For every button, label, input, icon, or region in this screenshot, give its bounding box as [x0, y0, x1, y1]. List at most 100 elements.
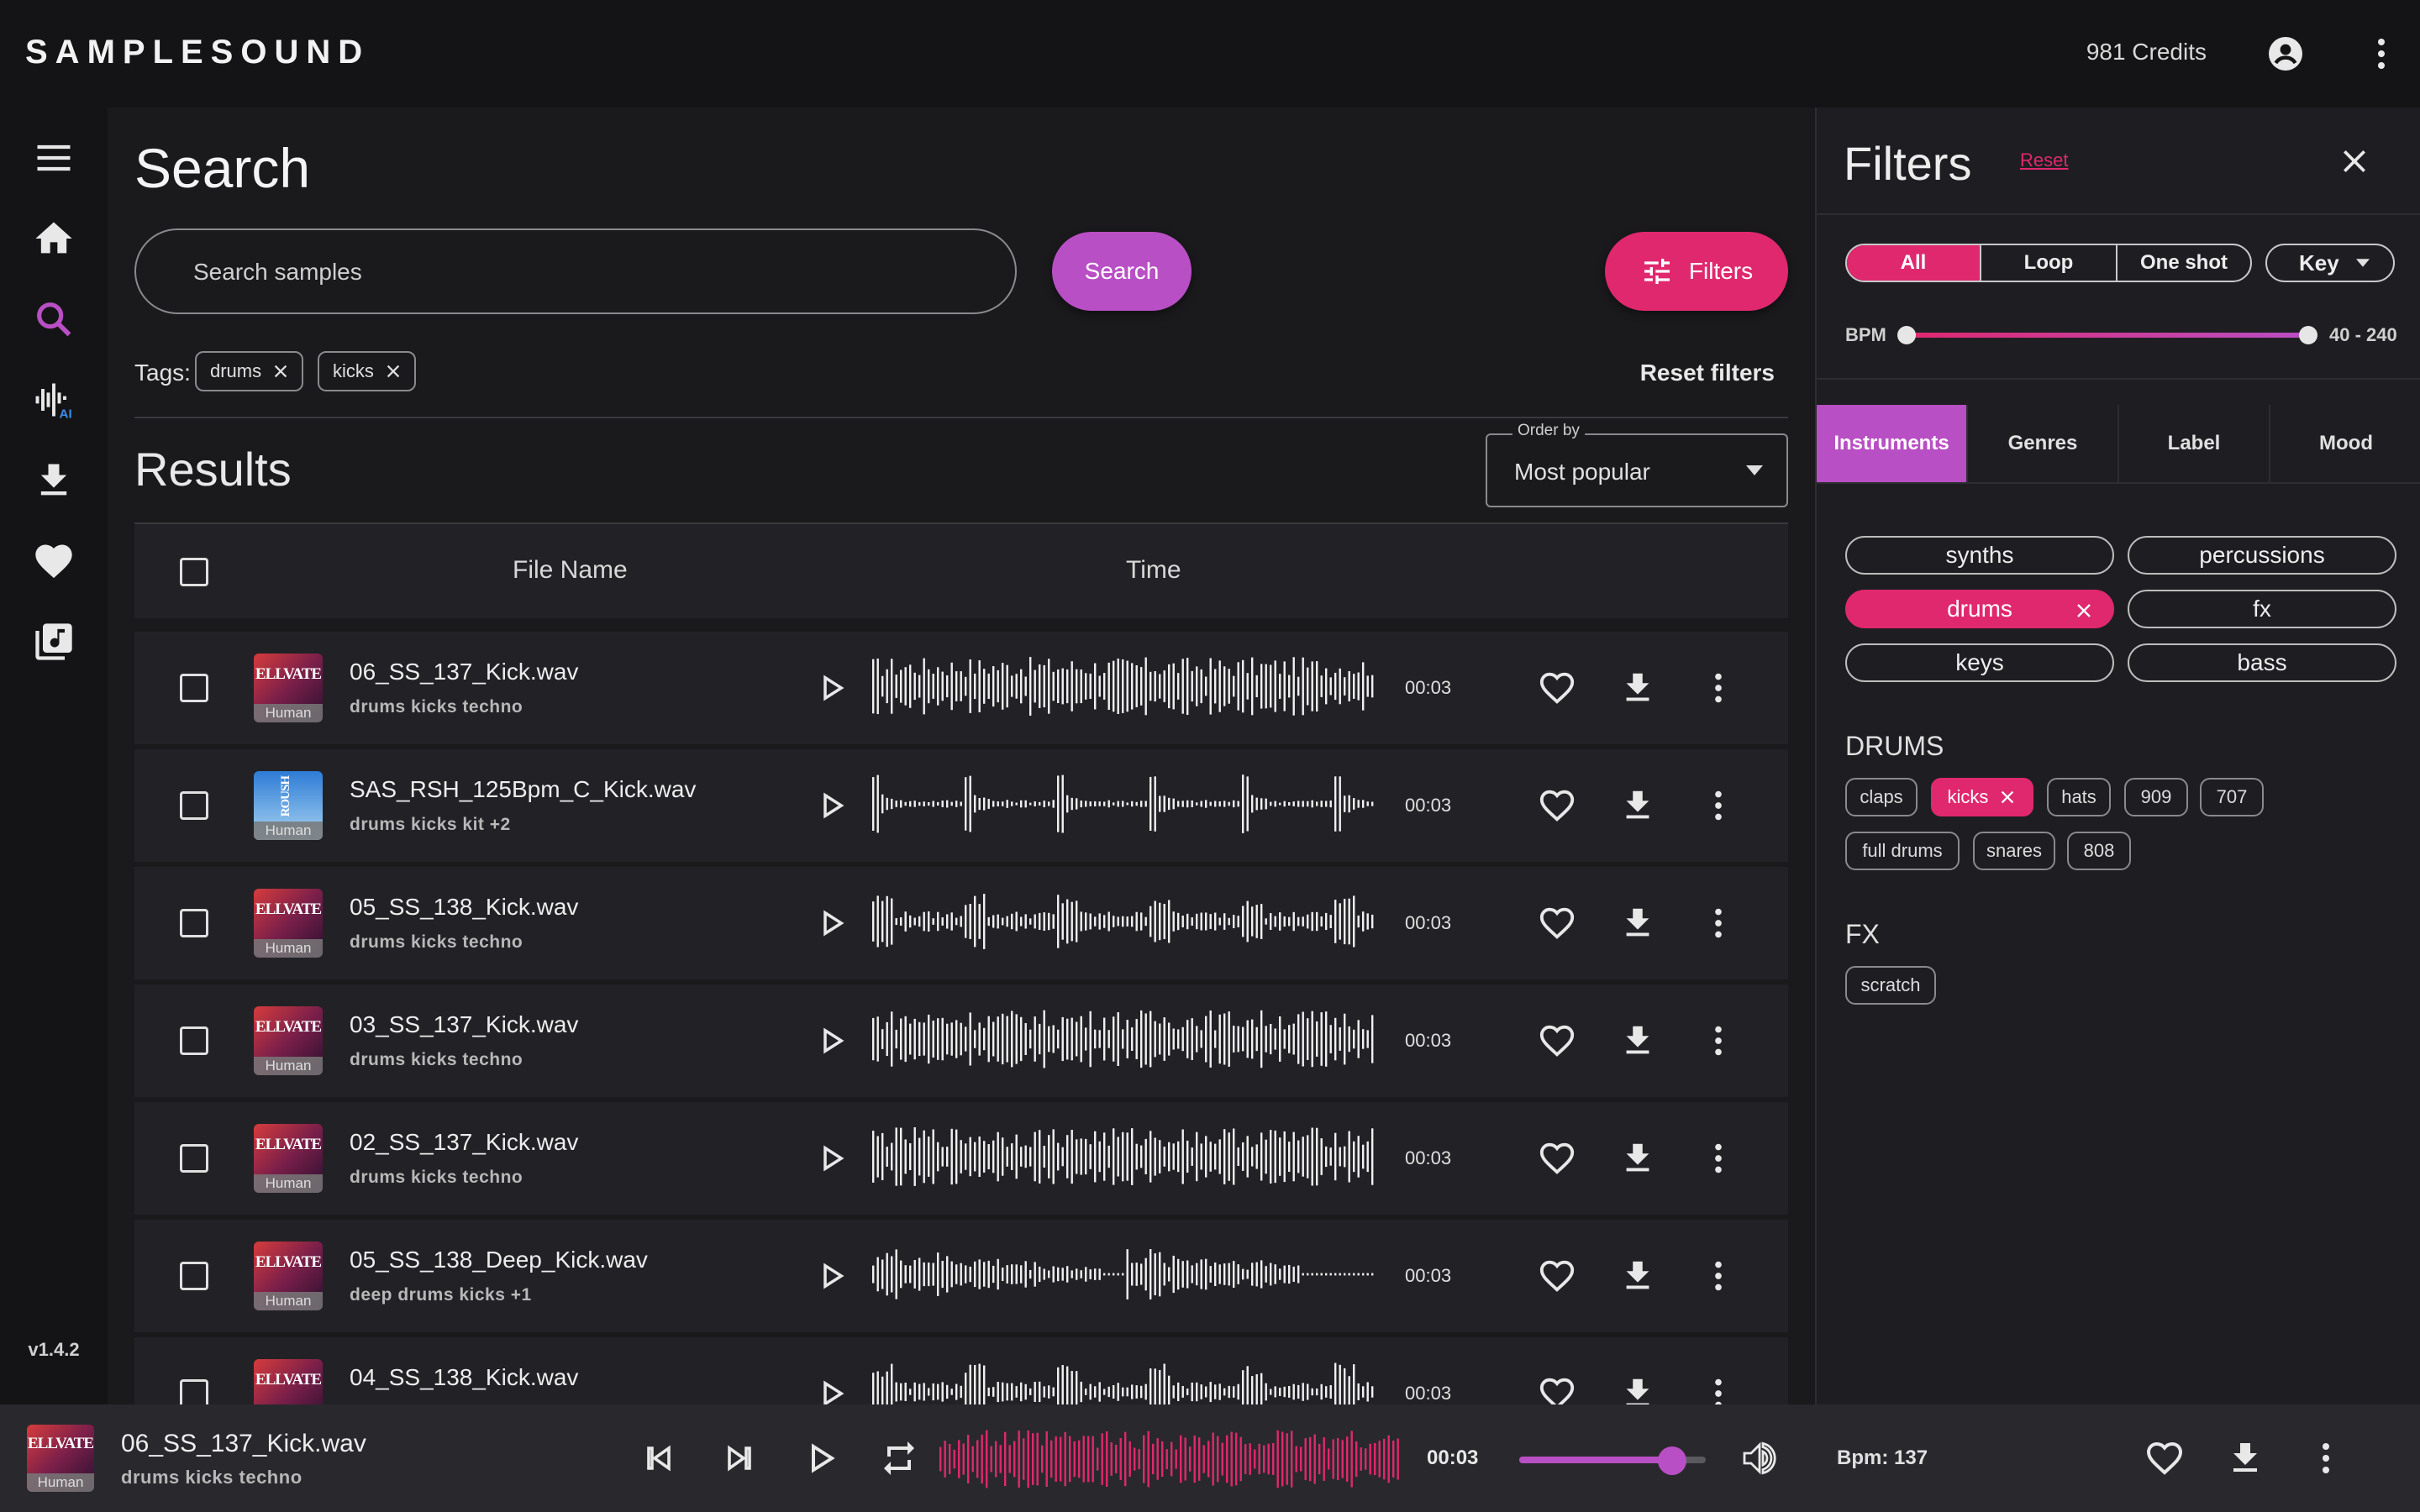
heart-outline-icon[interactable]: [1538, 786, 1576, 825]
sample-waveform[interactable]: [872, 1127, 1376, 1189]
more-vertical-icon[interactable]: [1699, 1021, 1738, 1060]
sample-waveform[interactable]: [872, 657, 1376, 719]
tag-chip-kicks[interactable]: kicks: [318, 351, 416, 391]
sample-waveform[interactable]: [872, 774, 1376, 837]
tag-chip-drums[interactable]: drums: [195, 351, 304, 391]
sample-file-name[interactable]: SAS_RSH_125Bpm_C_Kick.wav: [350, 776, 696, 803]
row-checkbox[interactable]: [180, 909, 208, 937]
download-icon[interactable]: [1618, 1374, 1657, 1404]
sample-waveform[interactable]: [872, 1245, 1376, 1307]
tab-label[interactable]: Label: [2119, 405, 2270, 482]
play-icon[interactable]: [813, 1141, 849, 1176]
search-icon[interactable]: [32, 297, 76, 341]
more-vertical-icon[interactable]: [1699, 1257, 1738, 1295]
sample-waveform[interactable]: [872, 1362, 1376, 1404]
app-logo[interactable]: SAMPLESOUND: [25, 34, 370, 71]
download-icon[interactable]: [1618, 904, 1657, 942]
fx-chip-scratch[interactable]: scratch: [1845, 966, 1936, 1005]
download-icon[interactable]: [1618, 786, 1657, 825]
download-icon[interactable]: [32, 459, 76, 502]
table-row[interactable]: ELLVATE Human 05_SS_138_Kick.wav drums kick…: [134, 867, 1788, 979]
type-loop-button[interactable]: Loop: [1981, 245, 2118, 281]
table-row[interactable]: ROUSH Human SAS_RSH_125Bpm_C_Kick.wav drums…: [134, 749, 1788, 862]
player-waveform[interactable]: [939, 1430, 1403, 1492]
row-checkbox[interactable]: [180, 674, 208, 702]
row-checkbox[interactable]: [180, 791, 208, 820]
heart-outline-icon[interactable]: [1538, 669, 1576, 707]
sample-file-name[interactable]: 06_SS_137_Kick.wav: [350, 659, 578, 685]
bpm-max-handle[interactable]: [2299, 326, 2317, 344]
volume-handle[interactable]: [1658, 1446, 1687, 1475]
search-input[interactable]: [192, 230, 985, 314]
more-vertical-icon[interactable]: [2361, 34, 2402, 74]
tab-instruments[interactable]: Instruments: [1817, 405, 1968, 482]
drum-chip-909[interactable]: 909: [2124, 778, 2188, 816]
play-icon[interactable]: [813, 1376, 849, 1404]
drum-chip-707[interactable]: 707: [2200, 778, 2264, 816]
table-row[interactable]: ELLVATE Human 03_SS_137_Kick.wav drums kick…: [134, 984, 1788, 1097]
instrument-chip-drums[interactable]: drums: [1845, 590, 2114, 628]
play-icon[interactable]: [813, 788, 849, 823]
play-icon[interactable]: [800, 1438, 840, 1478]
download-icon[interactable]: [2225, 1438, 2265, 1478]
bpm-range-slider[interactable]: [1904, 333, 2307, 338]
heart-outline-icon[interactable]: [1538, 1021, 1576, 1060]
sample-file-name[interactable]: 03_SS_137_Kick.wav: [350, 1011, 578, 1038]
filters-button[interactable]: Filters: [1605, 232, 1788, 311]
heart-outline-icon[interactable]: [2144, 1438, 2185, 1478]
play-icon[interactable]: [813, 1023, 849, 1058]
row-checkbox[interactable]: [180, 1262, 208, 1290]
more-vertical-icon[interactable]: [1699, 1139, 1738, 1178]
instrument-chip-bass[interactable]: bass: [2128, 643, 2396, 682]
close-icon[interactable]: [1998, 788, 2017, 806]
music-library-icon[interactable]: [32, 620, 76, 664]
heart-outline-icon[interactable]: [1538, 1257, 1576, 1295]
drum-chip-snares[interactable]: snares: [1973, 832, 2055, 870]
close-icon[interactable]: [271, 362, 290, 381]
table-row[interactable]: ELLVATE Human 02_SS_137_Kick.wav drums kick…: [134, 1102, 1788, 1215]
close-icon[interactable]: [2074, 601, 2094, 621]
key-select[interactable]: Key: [2265, 244, 2395, 282]
more-vertical-icon[interactable]: [1699, 669, 1738, 707]
play-icon[interactable]: [813, 1258, 849, 1294]
instrument-chip-keys[interactable]: keys: [1845, 643, 2114, 682]
play-icon[interactable]: [813, 670, 849, 706]
sample-file-name[interactable]: 05_SS_138_Kick.wav: [350, 894, 578, 921]
download-icon[interactable]: [1618, 1021, 1657, 1060]
skip-next-icon[interactable]: [719, 1438, 760, 1478]
heart-outline-icon[interactable]: [1538, 904, 1576, 942]
drum-chip-claps[interactable]: claps: [1845, 778, 1918, 816]
ai-waveform-icon[interactable]: AI: [32, 378, 76, 422]
sample-file-name[interactable]: 02_SS_137_Kick.wav: [350, 1129, 578, 1156]
table-row[interactable]: ELLVATE Human 06_SS_137_Kick.wav drums kick…: [134, 632, 1788, 744]
drum-chip-hats[interactable]: hats: [2047, 778, 2111, 816]
bpm-min-handle[interactable]: [1897, 326, 1916, 344]
menu-icon[interactable]: [32, 136, 76, 180]
download-icon[interactable]: [1618, 1139, 1657, 1178]
close-icon[interactable]: [2338, 144, 2371, 178]
instrument-chip-percussions[interactable]: percussions: [2128, 536, 2396, 575]
row-checkbox[interactable]: [180, 1144, 208, 1173]
account-icon[interactable]: [2265, 34, 2306, 74]
instrument-chip-synths[interactable]: synths: [1845, 536, 2114, 575]
drum-chip-808[interactable]: 808: [2067, 832, 2131, 870]
instrument-chip-fx[interactable]: fx: [2128, 590, 2396, 628]
reset-filters-link[interactable]: Reset filters: [1640, 360, 1775, 386]
select-all-checkbox[interactable]: [180, 558, 208, 586]
skip-previous-icon[interactable]: [639, 1438, 679, 1478]
drum-chip-kicks[interactable]: kicks: [1931, 778, 2033, 816]
volume-icon[interactable]: [1739, 1438, 1780, 1478]
download-icon[interactable]: [1618, 669, 1657, 707]
play-icon[interactable]: [813, 906, 849, 941]
heart-outline-icon[interactable]: [1538, 1374, 1576, 1404]
heart-outline-icon[interactable]: [1538, 1139, 1576, 1178]
type-one-shot-button[interactable]: One shot: [2118, 245, 2250, 281]
table-row[interactable]: ELLVATE Human 05_SS_138_Deep_Kick.wav deep …: [134, 1220, 1788, 1332]
more-vertical-icon[interactable]: [1699, 1374, 1738, 1404]
row-checkbox[interactable]: [180, 1379, 208, 1404]
repeat-icon[interactable]: [879, 1438, 919, 1478]
more-vertical-icon[interactable]: [2306, 1438, 2346, 1478]
home-icon[interactable]: [32, 217, 76, 260]
close-icon[interactable]: [384, 362, 402, 381]
tab-genres[interactable]: Genres: [1968, 405, 2119, 482]
